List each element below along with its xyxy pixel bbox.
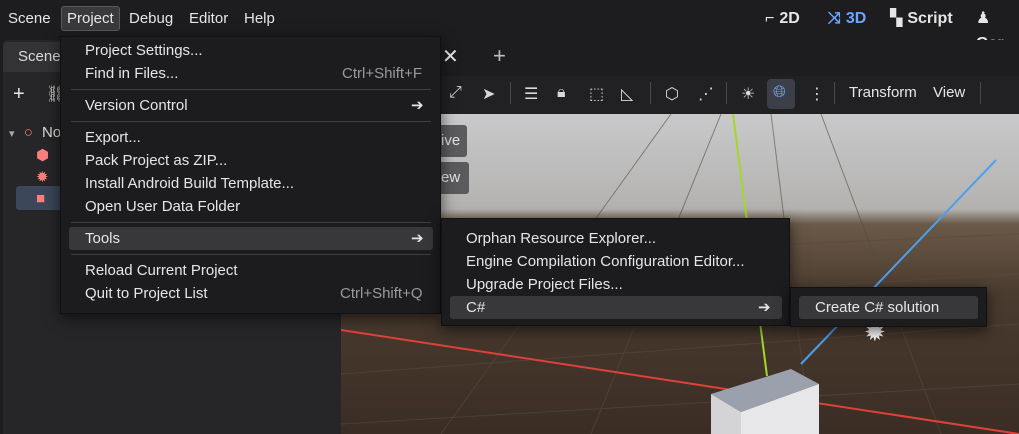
menu-help[interactable]: Help [239,6,280,31]
select-tool-icon[interactable]: ➤ [482,84,495,104]
menu-editor[interactable]: Editor [184,6,233,31]
viewport-toolbar [341,76,1019,114]
close-tab-icon[interactable]: ✕ [442,44,459,69]
tree-row-root[interactable]: ▾ ○ No [9,124,61,141]
menu-item-find-in-files[interactable]: Find in Files... Ctrl+Shift+F [61,62,442,85]
tools-submenu: Orphan Resource Explorer... Engine Compi… [441,218,790,326]
add-node-icon[interactable]: + [13,83,25,106]
menu-item-engine-compilation-config[interactable]: Engine Compilation Configuration Editor.… [442,250,791,273]
ruler-icon[interactable]: ◺ [621,84,633,104]
menu-item-tools[interactable]: Tools ➔ [61,227,442,250]
lock-icon[interactable]: 🔒︎ [557,84,566,102]
menu-item-project-settings[interactable]: Project Settings... [61,39,442,62]
menu-project[interactable]: Project [61,6,120,31]
list-select-icon[interactable]: ☰ [524,84,538,104]
view-menu[interactable]: View [933,84,965,101]
menu-item-upgrade-project-files[interactable]: Upgrade Project Files... [442,273,791,296]
snap-icon[interactable]: ⋰ [698,84,714,104]
menu-item-csharp[interactable]: C# ➔ [442,296,791,319]
z-axis-line [800,159,997,365]
project-menu: Project Settings... Find in Files... Ctr… [60,36,441,314]
2d-icon: ⌐ [765,10,775,27]
tab-scene[interactable]: Scene [3,42,63,72]
camera-icon[interactable]: ■ [36,190,45,207]
menu-item-version-control[interactable]: Version Control ➔ [61,94,442,117]
cube-icon[interactable]: ⬡ [665,84,679,104]
expand-arrow-icon[interactable]: ▾ [9,128,15,140]
menu-item-install-android-template[interactable]: Install Android Build Template... [61,172,442,195]
csharp-submenu: Create C# solution [790,287,987,327]
transform-menu[interactable]: Transform [849,84,917,101]
menu-separator [71,89,431,90]
menu-item-quit-to-list[interactable]: Quit to Project List Ctrl+Shift+Q [61,282,442,305]
script-icon: ▚ [890,10,903,27]
submenu-arrow-icon: ➔ [411,230,424,247]
menu-separator [71,254,431,255]
scene-tabs: ✕ + [341,40,1019,76]
submenu-arrow-icon: ➔ [411,97,424,114]
menu-item-open-user-data[interactable]: Open User Data Folder [61,195,442,218]
menu-item-reload-project[interactable]: Reload Current Project [61,259,442,282]
menu-item-orphan-resource-explorer[interactable]: Orphan Resource Explorer... [442,227,791,250]
3d-icon: ⤨ [828,10,841,27]
menu-separator [71,121,431,122]
mode-script-button[interactable]: ▚ Script [890,6,953,31]
group-icon[interactable]: ⬚ [589,84,604,104]
menu-separator [71,222,431,223]
node3d-icon: ○ [23,124,33,141]
more-options-icon[interactable]: ⋮ [809,84,825,104]
globe-icon[interactable]: 🌐︎ [773,84,786,102]
tab-scene-label: Scene [18,48,61,65]
main-menu-bar: Scene Project Debug Editor Help ⌐ 2D ⤨ 3D … [0,0,1019,52]
mode-game-button[interactable]: ♟Gar [976,6,1019,52]
menu-item-create-csharp-solution[interactable]: Create C# solution [791,296,988,319]
menu-item-pack-zip[interactable]: Pack Project as ZIP... [61,149,442,172]
new-tab-icon[interactable]: + [493,43,506,69]
expand-icon[interactable]: ⤢ [449,84,462,102]
mode-2d-button[interactable]: ⌐ 2D [765,6,800,31]
mode-3d-button[interactable]: ⤨ 3D [828,6,866,31]
submenu-arrow-icon: ➔ [758,299,771,316]
menu-item-export[interactable]: Export... [61,126,442,149]
sun-icon[interactable]: ☀ [741,84,755,104]
game-icon: ♟ [976,10,991,27]
menu-scene[interactable]: Scene [3,6,56,31]
menu-debug[interactable]: Debug [124,6,178,31]
mesh-instance-icon[interactable]: ⬢ [36,146,49,164]
light-icon[interactable]: ✹ [36,168,49,186]
